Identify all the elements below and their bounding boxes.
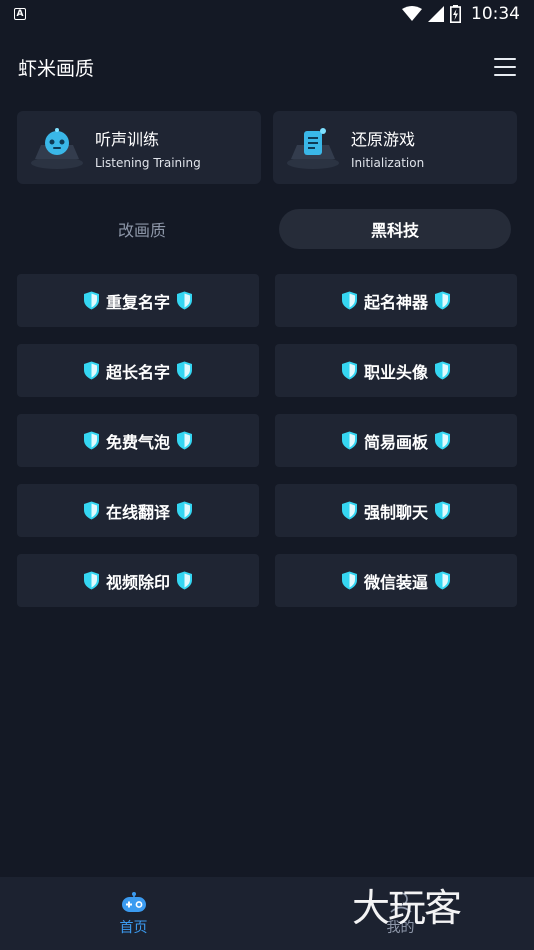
shield-icon <box>83 501 99 520</box>
tool-button[interactable]: 重复名字 <box>17 274 259 327</box>
shield-icon <box>177 431 192 450</box>
initialization-card[interactable]: 还原游戏 Initialization <box>273 111 517 184</box>
nav-home-label: 首页 <box>119 919 148 936</box>
status-time: 10:34 <box>471 4 520 24</box>
tool-button-label: 起名神器 <box>363 292 428 312</box>
shield-icon <box>341 501 357 520</box>
app-bar: 虾米画质 <box>0 44 534 90</box>
tab-change-quality[interactable]: 改画质 <box>17 209 267 249</box>
shield-icon <box>435 291 450 310</box>
tab-black-tech[interactable]: 黑科技 <box>279 209 511 249</box>
feature-cards: 听声训练 Listening Training 还原游戏 Initializat… <box>17 111 517 184</box>
gamepad-icon <box>31 127 83 169</box>
tool-button[interactable]: 强制聊天 <box>275 484 517 537</box>
menu-icon[interactable] <box>494 58 516 76</box>
tool-button[interactable]: 视频除印 <box>17 554 259 607</box>
tool-button[interactable]: 超长名字 <box>17 344 259 397</box>
tool-grid: 重复名字 起名神器超长名字 职业头像免费气泡 简易画板在线翻译 强制聊天视频除印 微信装逼 <box>17 274 517 607</box>
listening-training-card[interactable]: 听声训练 Listening Training <box>17 111 261 184</box>
feature-title: 听声训练 <box>95 129 160 149</box>
tool-button-label: 在线翻译 <box>105 502 170 522</box>
tool-button-label: 免费气泡 <box>105 432 170 452</box>
document-icon <box>287 127 339 169</box>
shield-icon <box>341 291 357 310</box>
feature-text: 听声训练 Listening Training <box>95 126 201 170</box>
shield-icon <box>177 501 192 520</box>
shield-icon <box>83 291 99 310</box>
shield-icon <box>83 571 99 590</box>
tool-button-label: 强制聊天 <box>363 502 428 522</box>
shield-icon <box>83 431 99 450</box>
feature-subtitle: Initialization <box>351 155 425 170</box>
tool-button-label: 微信装逼 <box>363 572 428 592</box>
status-bar: A 10:34 <box>0 0 534 28</box>
tool-button[interactable]: 在线翻译 <box>17 484 259 537</box>
feature-title: 还原游戏 <box>351 129 416 149</box>
shield-icon <box>177 571 192 590</box>
tool-button-label: 简易画板 <box>363 432 428 452</box>
feature-subtitle: Listening Training <box>95 155 201 170</box>
shield-icon <box>435 501 450 520</box>
game-controller-icon <box>121 891 146 912</box>
tool-button-label: 重复名字 <box>105 292 170 312</box>
tool-button[interactable]: 起名神器 <box>275 274 517 327</box>
page-title: 虾米画质 <box>18 57 95 80</box>
shield-icon <box>435 361 450 380</box>
tool-button-label: 职业头像 <box>363 362 428 382</box>
feature-text: 还原游戏 Initialization <box>351 126 424 170</box>
tool-button[interactable]: 简易画板 <box>275 414 517 467</box>
shield-icon <box>341 361 357 380</box>
shield-icon <box>83 361 99 380</box>
status-left: A <box>14 8 26 20</box>
tool-button-label: 超长名字 <box>105 362 170 382</box>
nav-home[interactable]: 首页 <box>0 877 267 950</box>
shield-icon <box>177 291 192 310</box>
tool-button-label: 视频除印 <box>105 572 170 592</box>
battery-charging-icon <box>450 5 461 23</box>
signal-icon <box>428 6 444 22</box>
shield-icon <box>341 431 357 450</box>
shield-icon <box>341 571 357 590</box>
a-icon: A <box>14 8 26 20</box>
watermark-logo: 大玩客 <box>352 886 462 930</box>
tool-button[interactable]: 职业头像 <box>275 344 517 397</box>
tab-bar: 改画质 黑科技 <box>17 209 517 249</box>
shield-icon <box>435 571 450 590</box>
status-right: 10:34 <box>402 4 520 24</box>
tool-button[interactable]: 免费气泡 <box>17 414 259 467</box>
tool-button[interactable]: 微信装逼 <box>275 554 517 607</box>
wifi-icon <box>402 6 422 21</box>
shield-icon <box>435 431 450 450</box>
shield-icon <box>177 361 192 380</box>
